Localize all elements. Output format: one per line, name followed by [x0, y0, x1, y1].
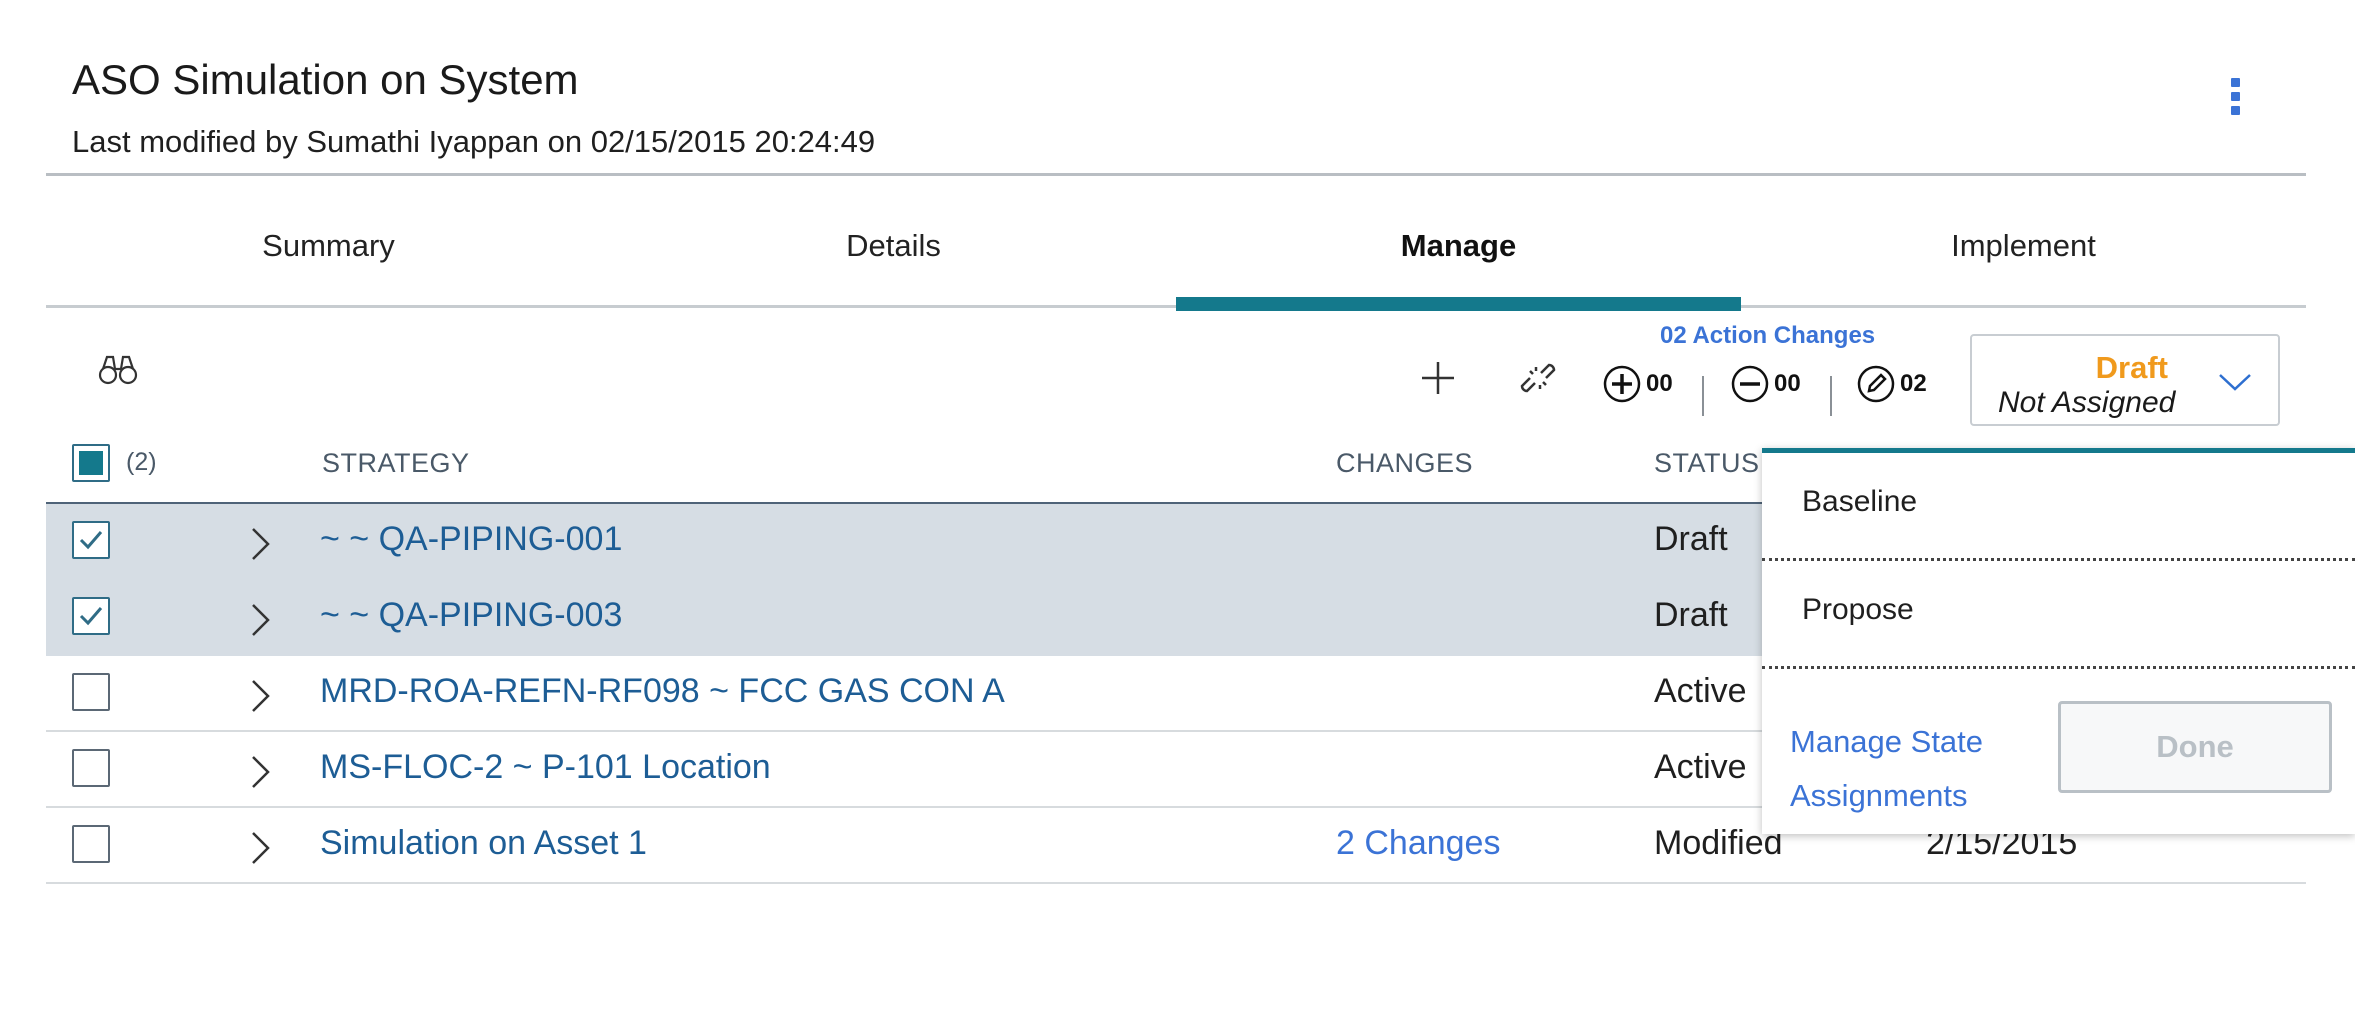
expand-chevron-icon[interactable] — [250, 678, 272, 719]
row-status: Draft — [1654, 520, 1728, 558]
row-checkbox[interactable] — [72, 521, 110, 559]
row-status: Active — [1654, 672, 1747, 710]
state-option-label: Baseline — [1802, 485, 1918, 518]
row-checkbox[interactable] — [72, 597, 110, 635]
strategy-link[interactable]: ~ ~ QA-PIPING-001 — [320, 520, 622, 559]
last-modified-text: Last modified by Sumathi Iyappan on 02/1… — [72, 124, 876, 159]
expand-chevron-icon[interactable] — [250, 754, 272, 795]
expand-chevron-icon[interactable] — [250, 526, 272, 567]
column-changes[interactable]: CHANGES — [1336, 448, 1473, 479]
row-status: Draft — [1654, 596, 1728, 634]
row-checkbox[interactable] — [72, 673, 110, 711]
changes-link[interactable]: 2 Changes — [1336, 824, 1500, 863]
binoculars-icon[interactable] — [96, 350, 140, 390]
tab-bar: Summary Details Manage Implement — [46, 176, 2306, 311]
edited-counter: 02 — [1856, 364, 1927, 404]
state-menu: Baseline Propose Manage State Assignment… — [1762, 448, 2355, 834]
edited-count: 02 — [1900, 370, 1927, 397]
state-dropdown[interactable]: Draft Not Assigned — [1970, 334, 2280, 426]
page-header: ASO Simulation on System Last modified b… — [46, 0, 2306, 176]
strategy-link[interactable]: ~ ~ QA-PIPING-003 — [320, 596, 622, 635]
divider — [1830, 376, 1832, 416]
select-all-checkbox[interactable] — [72, 444, 110, 482]
more-options-icon[interactable] — [2231, 78, 2241, 116]
tab-summary[interactable]: Summary — [46, 176, 611, 308]
expand-chevron-icon[interactable] — [250, 602, 272, 643]
strategy-link[interactable]: MS-FLOC-2 ~ P-101 Location — [320, 748, 771, 787]
state-status: Draft — [2095, 350, 2168, 385]
added-count: 00 — [1646, 370, 1673, 397]
strategy-link[interactable]: MRD-ROA-REFN-RF098 ~ FCC GAS CON A — [320, 672, 1005, 711]
column-strategy[interactable]: STRATEGY — [322, 448, 470, 479]
removed-counter: 00 — [1730, 364, 1801, 404]
state-assignment: Not Assigned — [1998, 386, 2176, 419]
toolbar: 02 Action Changes 00 00 02 Draft Not Ass… — [46, 308, 2306, 428]
column-status[interactable]: STATUS — [1654, 448, 1760, 479]
manage-state-assignments-link[interactable]: Manage State Assignments — [1790, 715, 2050, 823]
selected-count: (2) — [126, 448, 157, 476]
remove-circle-icon — [1731, 365, 1769, 403]
added-counter: 00 — [1602, 364, 1673, 404]
add-circle-icon — [1603, 365, 1641, 403]
row-status: Active — [1654, 748, 1747, 786]
state-menu-footer: Manage State Assignments Done — [1762, 669, 2355, 839]
add-icon[interactable] — [1416, 356, 1460, 400]
strategy-link[interactable]: Simulation on Asset 1 — [320, 824, 647, 863]
tab-manage[interactable]: Manage — [1176, 176, 1741, 311]
removed-count: 00 — [1774, 370, 1801, 397]
state-option-propose[interactable]: Propose — [1762, 561, 2355, 669]
edit-circle-icon — [1857, 365, 1895, 403]
action-changes-label: 02 Action Changes — [1660, 322, 1876, 349]
chevron-down-icon — [2218, 372, 2252, 397]
tab-implement[interactable]: Implement — [1741, 176, 2306, 308]
state-option-baseline[interactable]: Baseline — [1762, 453, 2355, 561]
row-checkbox[interactable] — [72, 825, 110, 863]
done-button[interactable]: Done — [2058, 701, 2332, 793]
page-title: ASO Simulation on System — [72, 56, 579, 103]
unlink-icon[interactable] — [1516, 356, 1560, 400]
row-checkbox[interactable] — [72, 749, 110, 787]
tab-details[interactable]: Details — [611, 176, 1176, 308]
state-option-label: Propose — [1802, 593, 1914, 626]
expand-chevron-icon[interactable] — [250, 830, 272, 871]
divider — [1702, 376, 1704, 416]
